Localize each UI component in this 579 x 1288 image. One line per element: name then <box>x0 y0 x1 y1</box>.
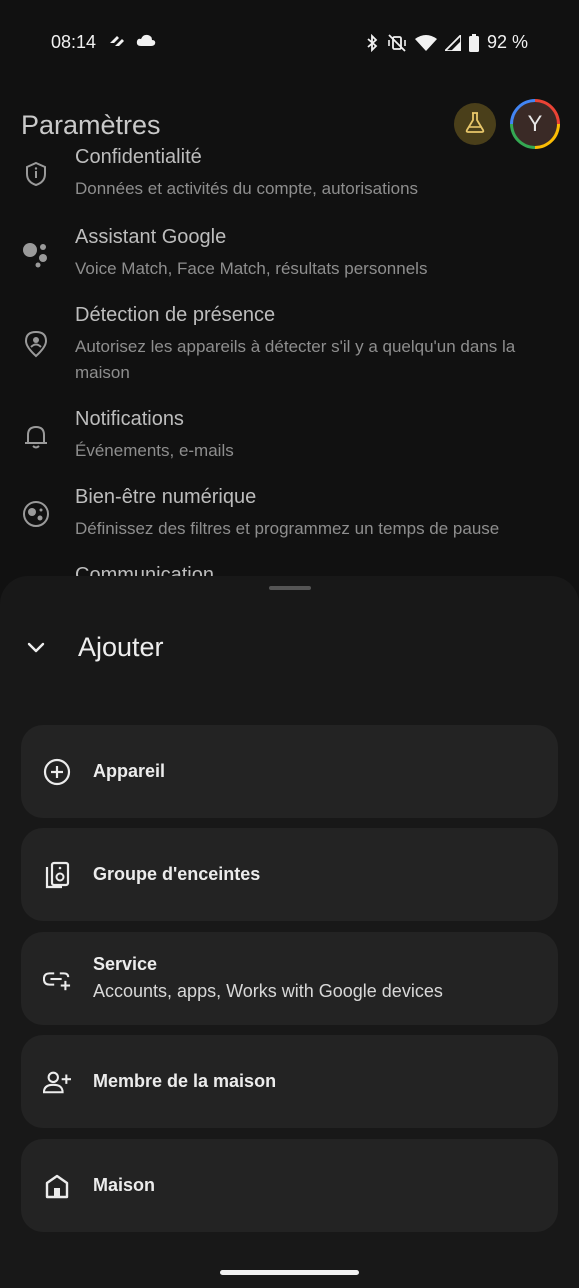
add-speaker-group-button[interactable]: Groupe d'enceintes <box>21 828 558 921</box>
setting-subtitle: Définissez des filtres et programmez un … <box>75 519 500 538</box>
option-subtitle: Accounts, apps, Works with Google device… <box>93 981 443 1001</box>
cloud-icon <box>136 33 156 49</box>
setting-item-privacy[interactable]: Confidentialité Données et activités du … <box>0 140 579 206</box>
presence-icon <box>20 328 52 360</box>
status-bar: 08:14 92 % <box>0 0 579 84</box>
setting-subtitle: Événements, e-mails <box>75 441 234 460</box>
option-label: Service <box>93 954 158 974</box>
battery-icon <box>468 33 479 52</box>
status-time: 08:14 <box>51 32 97 52</box>
sheet-title: Ajouter <box>78 632 164 662</box>
person-add-icon <box>43 1068 71 1096</box>
setting-item-wellbeing[interactable]: Bien-être numérique Définissez des filtr… <box>0 486 579 556</box>
add-device-button[interactable]: Appareil <box>21 725 558 818</box>
setting-subtitle: Données et activités du compte, autorisa… <box>75 179 419 198</box>
sheet-drag-handle[interactable] <box>269 586 311 590</box>
add-service-button[interactable]: Service Accounts, apps, Works with Googl… <box>21 932 558 1025</box>
add-circle-icon <box>43 758 71 786</box>
setting-title: Assistant Google <box>75 226 227 248</box>
wellbeing-icon <box>20 498 52 530</box>
option-label: Maison <box>93 1175 156 1195</box>
assistant-icon <box>20 238 52 270</box>
setting-title: Bien-être numérique <box>75 486 257 508</box>
link-add-icon <box>43 965 71 993</box>
setting-item-assistant[interactable]: Assistant Google Voice Match, Face Match… <box>0 226 579 296</box>
collapse-button[interactable] <box>22 636 50 664</box>
page-title: Paramètres <box>21 110 161 140</box>
option-label: Membre de la maison <box>93 1071 277 1091</box>
add-home-member-button[interactable]: Membre de la maison <box>21 1035 558 1128</box>
setting-item-notifications[interactable]: Notifications Événements, e-mails <box>0 408 579 474</box>
setting-subtitle: Autorisez les appareils à détecter s'il … <box>75 337 516 382</box>
option-label: Appareil <box>93 761 166 781</box>
bell-icon <box>20 420 52 452</box>
settings-list: Confidentialité Données et activités du … <box>0 140 579 580</box>
bluetooth-icon <box>365 33 379 52</box>
labs-button[interactable] <box>454 103 496 145</box>
signal-sync-icon <box>108 33 126 49</box>
gesture-nav-bar[interactable] <box>220 1270 359 1275</box>
option-label: Groupe d'enceintes <box>93 864 261 884</box>
cell-signal-icon <box>444 34 461 51</box>
battery-percentage: 92 % <box>486 32 528 52</box>
setting-subtitle: Voice Match, Face Match, résultats perso… <box>75 259 428 278</box>
flask-icon <box>464 111 486 138</box>
setting-title: Notifications <box>75 408 184 430</box>
shield-icon <box>20 158 52 190</box>
add-bottom-sheet: Ajouter Appareil Groupe d'enceintes Serv… <box>0 576 579 1288</box>
chevron-down-icon <box>26 641 46 659</box>
setting-title: Confidentialité <box>75 146 202 168</box>
speaker-group-icon <box>43 861 71 889</box>
add-home-button[interactable]: Maison <box>21 1139 558 1232</box>
setting-item-presence[interactable]: Détection de présence Autorisez les appa… <box>0 304 579 394</box>
vibrate-off-icon <box>387 33 407 52</box>
wifi-icon <box>414 34 437 51</box>
setting-title: Détection de présence <box>75 304 276 326</box>
home-icon <box>43 1172 71 1200</box>
